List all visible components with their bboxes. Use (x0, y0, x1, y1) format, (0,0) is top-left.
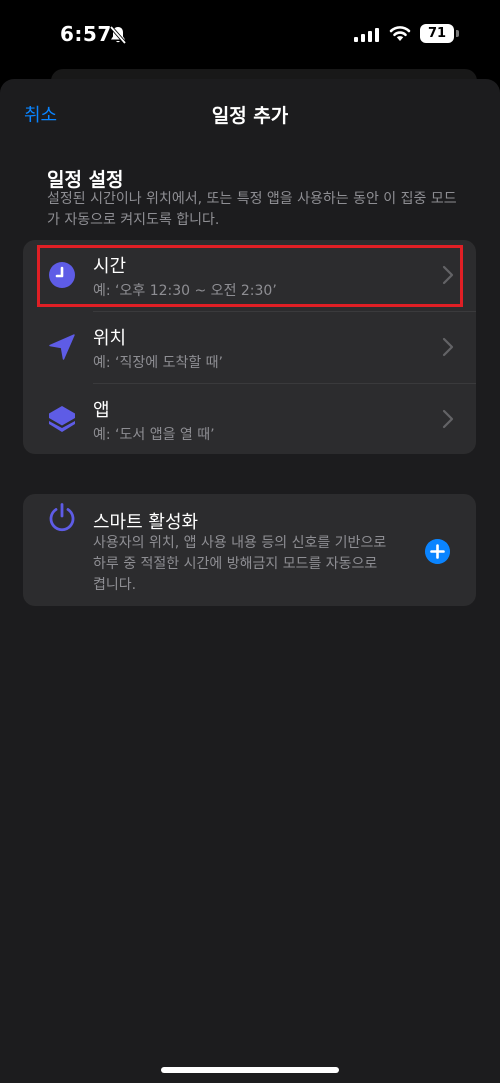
status-bar: 6:57 71 (0, 0, 500, 66)
trigger-options-list: 시간 예: ‘오후 12:30 ~ 오전 2:30’ 위치 예: ‘직장에 도착… (23, 240, 476, 454)
option-title: 앱 (93, 400, 110, 421)
bell-slash-icon (109, 25, 127, 45)
home-indicator[interactable] (161, 1067, 339, 1073)
app-stack-icon (49, 406, 75, 432)
wifi-icon (389, 26, 411, 41)
battery-icon: 71 (420, 24, 454, 43)
section-description: 설정된 시간이나 위치에서, 또는 특정 앱을 사용하는 동안 이 집중 모드가… (47, 191, 457, 228)
clock-icon (49, 262, 75, 288)
option-subtitle: 예: ‘도서 앱을 열 때’ (93, 427, 215, 443)
option-title: 위치 (93, 328, 127, 349)
section-title: 일정 설정 (47, 169, 124, 191)
chevron-right-icon (442, 265, 454, 285)
chevron-right-icon (442, 409, 454, 429)
option-time[interactable]: 시간 예: ‘오후 12:30 ~ 오전 2:30’ (23, 240, 476, 311)
option-app[interactable]: 앱 예: ‘도서 앱을 열 때’ (23, 384, 476, 455)
location-arrow-icon (49, 334, 75, 360)
smart-description: 사용자의 위치, 앱 사용 내용 등의 신호를 기반으로 하루 중 적절한 시간… (93, 535, 387, 593)
option-subtitle: 예: ‘오후 12:30 ~ 오전 2:30’ (93, 283, 277, 299)
chevron-right-icon (442, 337, 454, 357)
smart-title: 스마트 활성화 (93, 512, 199, 533)
power-icon (49, 503, 75, 532)
status-time: 6:57 (60, 22, 112, 46)
option-subtitle: 예: ‘직장에 도착할 때’ (93, 355, 224, 371)
smart-activation-card: 스마트 활성화 사용자의 위치, 앱 사용 내용 등의 신호를 기반으로 하루 … (23, 494, 476, 606)
option-title: 시간 (93, 256, 127, 277)
cellular-signal-icon (354, 26, 379, 42)
battery-tip (456, 30, 459, 37)
option-location[interactable]: 위치 예: ‘직장에 도착할 때’ (23, 312, 476, 383)
cancel-button[interactable]: 취소 (24, 101, 57, 127)
plus-circle-icon[interactable] (425, 539, 450, 564)
